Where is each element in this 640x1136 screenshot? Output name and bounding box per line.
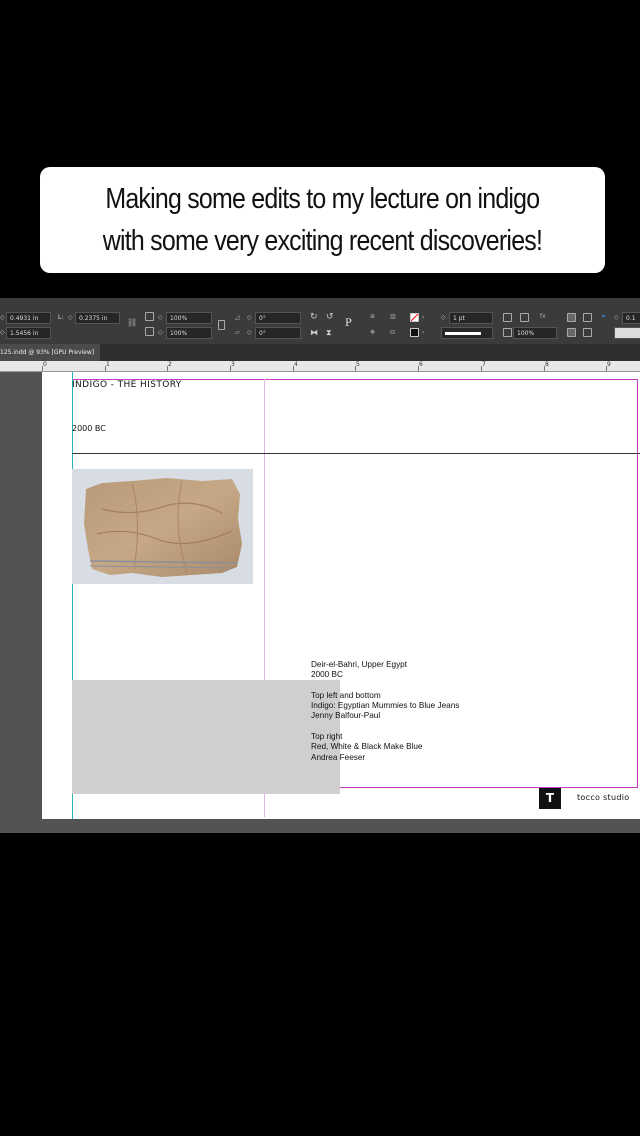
scale-y-icon [145,327,154,336]
ruler-mark [418,366,419,371]
ruler-mark [105,366,106,371]
rotate-cw-icon[interactable]: ↻ [310,311,318,323]
shear-field[interactable]: 0° [255,327,301,339]
length-field[interactable]: 0.2375 in [75,312,120,324]
slide-date[interactable]: 2000 BC [72,424,106,433]
ruler-tick: 6 [419,361,423,368]
rotate-field[interactable]: 0° [255,312,301,324]
header-rule [72,453,640,454]
text-wrap-icon[interactable] [567,313,576,322]
paragraph-icon[interactable]: P [345,318,352,330]
style-select[interactable] [614,327,640,339]
stroke-weight-field[interactable]: 1 pt [449,312,493,324]
scale-y-field[interactable]: 100% [166,327,212,339]
x-field[interactable]: 0.4931 in [6,312,51,324]
credit-line: 2000 BC [311,670,343,680]
credit-line: Andrea Feeser [311,752,366,762]
credit-line: Top left and bottom [311,690,381,700]
constrain-proportions-icon[interactable]: ⛓ [127,318,137,327]
credit-line: Jenny Balfour-Paul [311,711,381,721]
y-field[interactable]: 1.5456 in [6,327,51,339]
credit-spacer [311,681,459,691]
rotate-icon: ◿ [235,314,240,321]
ruler-tick: 9 [607,361,611,368]
video-caption: Making some edits to my lecture on indig… [40,167,605,273]
ruler-mark [230,366,231,371]
fx-icon[interactable]: fx [540,311,546,323]
shear-stepper-icon[interactable]: ◇ [247,327,252,339]
flip-horizontal-icon[interactable]: ⧓ [310,327,318,339]
drop-shadow-icon[interactable] [520,313,529,322]
document-tab[interactable]: 125.indd @ 93% [GPU Preview] [0,344,101,361]
ruler-tick: 2 [168,361,172,368]
stroke-type-select[interactable] [441,327,493,339]
image-placeholder-frame[interactable] [72,680,340,794]
fit-content-icon[interactable] [583,328,592,337]
caption-line-2: with some very exciting recent discoveri… [102,225,543,257]
y-stepper-icon[interactable]: ◇ [0,327,5,339]
scale-x-stepper-icon[interactable]: ◇ [158,312,163,324]
document-tab-bar: 125.indd @ 93% [GPU Preview] [0,344,640,361]
slide-heading[interactable]: INDIGO - THE HISTORY [72,380,182,390]
credit-line: Top right [311,732,343,742]
egyptian-textile-image[interactable] [72,469,253,584]
control-panel: ◇ 0.4931 in ◇ 1.5456 in L: ◇ 0.2375 in ⛓… [0,298,640,345]
scale-x-field[interactable]: 100% [166,312,212,324]
document-page[interactable]: INDIGO - THE HISTORY 2000 BC Deir-el-Bah… [42,372,640,819]
x-stepper-icon[interactable]: ◇ [0,312,5,324]
scale-x-icon [145,312,154,321]
select-container-icon[interactable]: ⊕ [370,311,375,323]
stroke-weight-stepper-icon[interactable]: ◇ [441,312,446,324]
ruler-mark [606,366,607,371]
ruler-mark [481,366,482,371]
credit-spacer [311,722,459,732]
ruler-tick: 1 [106,361,110,368]
right-field[interactable]: 0.1 [622,312,640,324]
ruler-tick: 4 [294,361,298,368]
select-content-icon[interactable]: ✥ [370,327,375,339]
frame-fitting-icon[interactable] [503,313,512,322]
credit-line: Indigo: Egyptian Mummies to Blue Jeans [311,701,460,711]
stroke-swatch-icon[interactable] [410,328,419,337]
opacity-icon [503,328,512,337]
wrap-around-icon[interactable] [583,313,592,322]
auto-fit-icon[interactable] [567,328,576,337]
ruler-mark [544,366,545,371]
pasteboard: INDIGO - THE HISTORY 2000 BC Deir-el-Bah… [0,372,640,833]
distribute-icon[interactable]: ⊟ [390,327,395,339]
textile-picture [84,478,242,577]
photo-credits[interactable]: Deir-el-Bahri, Upper Egypt 2000 BC Top l… [311,660,459,763]
brand-name: tocco studio [577,793,630,802]
horizontal-ruler[interactable]: 0 1 2 3 4 5 6 7 8 9 [0,361,640,372]
ruler-tick: 0 [43,361,47,368]
ruler-tick: 5 [356,361,360,368]
tocco-logo: T [539,788,561,809]
scale-y-stepper-icon[interactable]: ◇ [158,327,163,339]
frame-grid-icon[interactable]: ⌗ [602,311,605,323]
opacity-field[interactable]: 100% [513,327,557,339]
credit-line: Deir-el-Bahri, Upper Egypt [311,660,408,669]
l-label: L: [58,314,64,321]
ruler-tick: 7 [482,361,486,368]
ruler-mark [42,366,43,371]
ruler-mark [167,366,168,371]
credit-line: Red, White & Black Make Blue [311,742,423,752]
l-stepper-icon[interactable]: ◇ [68,312,73,324]
shear-icon: ▱ [235,329,240,336]
scale-lock-icon[interactable] [218,320,225,330]
right-stepper-icon[interactable]: ◇ [614,312,619,324]
rotate-stepper-icon[interactable]: ◇ [247,312,252,324]
caption-line-1: Making some edits to my lecture on indig… [105,183,540,215]
fill-none-icon[interactable] [410,313,419,322]
fill-chevron-icon[interactable]: › [422,312,424,324]
ruler-mark [293,366,294,371]
rotate-ccw-icon[interactable]: ↺ [326,311,334,323]
ruler-mark [355,366,356,371]
ruler-tick: 3 [231,361,235,368]
flip-vertical-icon[interactable]: ⧗ [326,327,332,339]
ruler-tick: 8 [545,361,549,368]
align-icon[interactable]: ▥ [390,311,396,323]
stroke-chevron-icon[interactable]: › [422,327,424,339]
